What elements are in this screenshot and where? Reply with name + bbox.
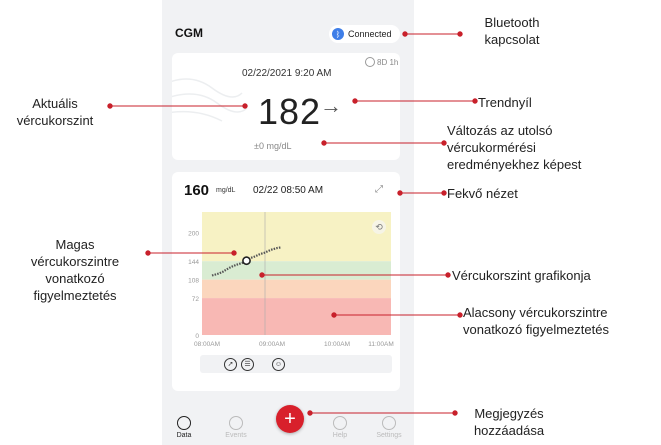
bluetooth-status-badge[interactable]: ᛒ Connected xyxy=(329,25,400,43)
x-tick-label: 10:00AM xyxy=(324,341,350,348)
nav-item-settings[interactable]: Settings xyxy=(369,416,409,439)
glucose-chart-card: 160 mg/dL 02/22 08:50 AM ⤢ 200 144 108 72 0 0… xyxy=(172,172,400,391)
x-tick-label: 09:00AM xyxy=(259,341,285,348)
glucose-delta: ±0 mg/dL xyxy=(254,141,292,151)
callout-trend: Trendnyíl xyxy=(478,95,532,110)
nav-item-data[interactable]: Data xyxy=(164,416,204,439)
band-low xyxy=(202,298,391,335)
callout-low-alert: Alacsony vércukorszintre vonatkozó figyel… xyxy=(463,305,609,337)
callout-add-note: Megjegyzés hozzáadása xyxy=(473,406,545,438)
callout-bluetooth: Bluetooth kapcsolat xyxy=(484,15,540,47)
event-icons-bar: ➚ ☰ ☺ xyxy=(200,355,392,373)
bluetooth-icon: ᛒ xyxy=(332,28,344,40)
reading-datetime: 02/22/2021 9:20 AM xyxy=(242,68,332,79)
callout-current-level: Aktuális vércukorszint xyxy=(16,96,94,128)
selected-point xyxy=(242,256,251,266)
nav-label-events: Events xyxy=(225,432,247,439)
sensor-badge: 8D 1h xyxy=(365,57,398,67)
current-glucose-value: 182 xyxy=(258,91,322,132)
y-tick-label: 200 xyxy=(188,231,199,238)
sensor-badge-label: 8D 1h xyxy=(377,57,399,67)
add-note-button[interactable]: + xyxy=(276,405,304,433)
band-high xyxy=(202,212,391,262)
settings-icon xyxy=(382,416,396,430)
app-title: CGM xyxy=(175,26,203,40)
band-low-warning xyxy=(202,279,391,299)
callout-high-alert: Magas vércukorszintre vonatkozó figyelmezte… xyxy=(30,237,120,303)
callout-graph: Vércukorszint grafikonja xyxy=(452,268,591,283)
pill-icon[interactable]: ☰ xyxy=(241,357,254,371)
y-tick-label: 0 xyxy=(195,333,199,340)
nav-item-events[interactable]: Events xyxy=(216,416,256,439)
band-target xyxy=(202,261,391,280)
callout-change: Változás az utolsó vércukormérési eredmény… xyxy=(447,123,582,172)
y-tick-label: 144 xyxy=(188,259,199,266)
y-tick-label: 108 xyxy=(188,278,199,285)
nav-label-data: Data xyxy=(176,432,192,439)
compass-icon[interactable]: ➚ xyxy=(224,357,237,371)
help-icon xyxy=(333,416,347,430)
current-glucose-card: 8D 1h 02/22/2021 9:20 AM 182 → ±0 mg/dL xyxy=(172,53,400,160)
sensor-icon xyxy=(365,57,375,67)
events-icon xyxy=(229,416,243,430)
nav-label-help: Help xyxy=(332,432,348,439)
y-tick-label: 72 xyxy=(192,296,200,303)
x-tick-label: 08:00AM xyxy=(194,341,220,348)
person-icon[interactable]: ☺ xyxy=(272,357,285,371)
trend-arrow-icon: → xyxy=(320,93,342,118)
bluetooth-status-label: Connected xyxy=(348,29,392,39)
drop-icon xyxy=(177,416,191,430)
refresh-icon: ⟲ xyxy=(375,222,383,232)
nav-label-settings: Settings xyxy=(376,432,402,439)
callout-landscape: Fekvő nézet xyxy=(447,186,518,201)
nav-item-help[interactable]: Help xyxy=(320,416,360,439)
x-tick-label: 11:00AM xyxy=(368,341,394,348)
